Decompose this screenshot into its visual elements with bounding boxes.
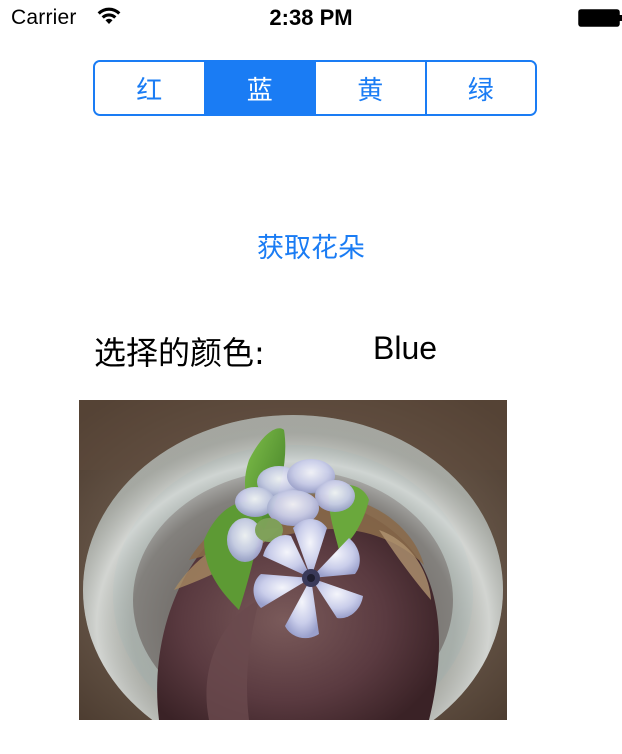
selected-color-value: Blue bbox=[373, 330, 438, 366]
fetch-flower-button[interactable]: 获取花朵 bbox=[0, 226, 622, 265]
app-screen: Carrier 2:38 PM 红 蓝 黄 绿 获取花朵 选择的颜色: Blue bbox=[0, 0, 622, 754]
segment-green[interactable]: 绿 bbox=[426, 62, 535, 114]
color-segmented-control: 红 蓝 黄 绿 bbox=[93, 60, 537, 116]
status-time: 2:38 PM bbox=[269, 5, 353, 30]
battery-icon bbox=[578, 9, 622, 27]
status-bar: Carrier 2:38 PM bbox=[0, 0, 622, 40]
segment-red[interactable]: 红 bbox=[95, 62, 206, 114]
segment-yellow[interactable]: 黄 bbox=[316, 62, 427, 114]
selected-color-label: 选择的颜色: bbox=[94, 334, 265, 372]
flower-image bbox=[79, 400, 507, 720]
segment-blue[interactable]: 蓝 bbox=[205, 62, 316, 114]
